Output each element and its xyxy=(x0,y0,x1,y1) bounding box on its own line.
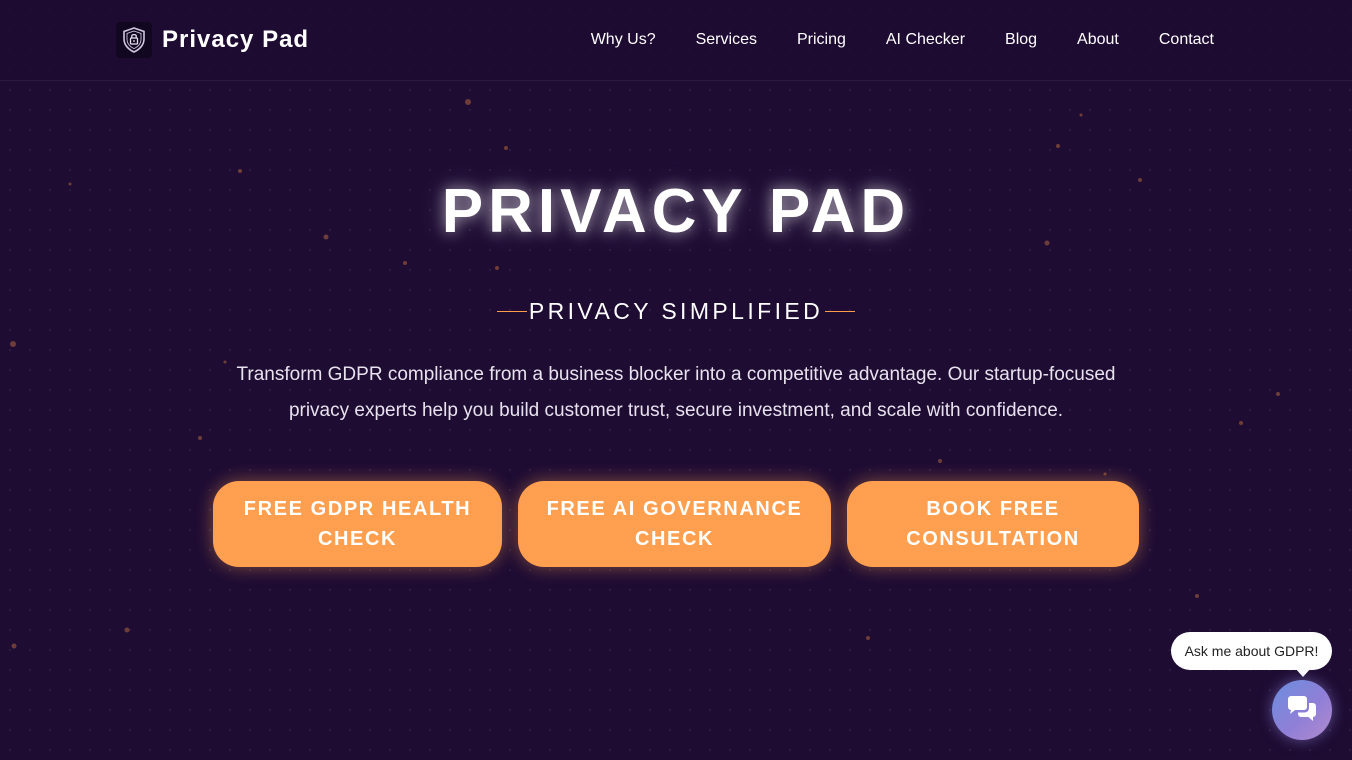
shield-lock-icon xyxy=(116,22,152,58)
brand-name: Privacy Pad xyxy=(162,26,310,53)
hero-description: Transform GDPR compliance from a busines… xyxy=(236,364,1116,421)
chat-prompt-bubble[interactable]: Ask me about GDPR! xyxy=(1171,632,1332,670)
book-consultation-button[interactable]: BOOK FREE CONSULTATION xyxy=(847,481,1139,567)
nav-link-contact[interactable]: Contact xyxy=(1159,31,1214,49)
brand-link[interactable]: Privacy Pad xyxy=(116,20,309,60)
nav-link-pricing[interactable]: Pricing xyxy=(797,31,846,49)
site-header: Privacy Pad Why Us? Services Pricing AI … xyxy=(0,0,1352,81)
tagline-divider-left xyxy=(496,311,527,312)
chat-bubbles-icon xyxy=(1288,696,1316,721)
gdpr-health-check-button[interactable]: FREE GDPR HEALTH CHECK xyxy=(213,481,502,567)
nav-link-blog[interactable]: Blog xyxy=(1005,31,1037,49)
nav-link-why-us[interactable]: Why Us? xyxy=(591,31,656,49)
cta-group: FREE GDPR HEALTH CHECK FREE AI GOVERNANC… xyxy=(0,481,1352,567)
tagline-text: PRIVACY SIMPLIFIED xyxy=(528,298,824,324)
main-nav: Why Us? Services Pricing AI Checker Blog… xyxy=(591,0,1214,80)
chat-launcher-button[interactable] xyxy=(1272,680,1332,740)
page: Privacy Pad Why Us? Services Pricing AI … xyxy=(0,0,1352,760)
chat-prompt-tail xyxy=(1295,668,1311,677)
hero-tagline: PRIVACY SIMPLIFIED xyxy=(0,298,1352,325)
nav-link-ai-checker[interactable]: AI Checker xyxy=(886,31,965,49)
nav-link-about[interactable]: About xyxy=(1077,31,1119,49)
nav-link-services[interactable]: Services xyxy=(696,31,757,49)
tagline-divider-right xyxy=(825,311,856,312)
hero-title: PRIVACY PAD xyxy=(441,177,911,246)
ai-governance-check-button[interactable]: FREE AI GOVERNANCE CHECK xyxy=(518,481,831,567)
